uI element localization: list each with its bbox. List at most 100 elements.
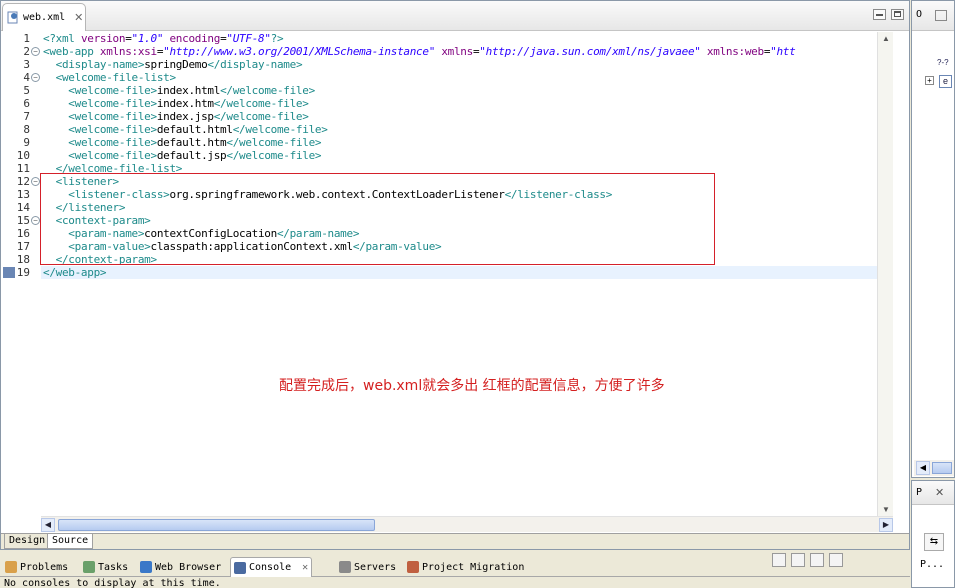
line-number-gutter: 1 2 3 4 5 6 7 8 9 10 11 12 13 14 15 16 17 18 19− − − − xyxy=(1,32,41,516)
code-token: <display-name> xyxy=(55,58,145,71)
scroll-down-icon[interactable]: ▼ xyxy=(879,503,893,517)
scroll-left-icon[interactable]: ◀ xyxy=(41,518,55,532)
maximize-button[interactable] xyxy=(891,9,904,20)
code-token: xmlns xyxy=(441,45,473,58)
line-number: 19 xyxy=(16,266,30,279)
close-icon[interactable]: ✕ xyxy=(935,486,944,499)
code-token: default.jsp xyxy=(156,149,227,162)
line-number: 13 xyxy=(16,188,30,201)
problems-icon xyxy=(5,561,17,573)
tab-label: Web Browser xyxy=(155,561,222,573)
scroll-left-icon[interactable]: ◀ xyxy=(916,461,930,475)
code-token: version xyxy=(80,32,126,45)
line-number: 14 xyxy=(16,201,30,214)
code-token: </display-name> xyxy=(207,58,303,71)
code-line[interactable]: <welcome-file>default.htm</welcome-file> xyxy=(43,136,321,149)
line-number: 18 xyxy=(16,253,30,266)
tab-properties[interactable]: P xyxy=(916,487,922,498)
line-number: 7 xyxy=(23,110,30,123)
line-number: 4 xyxy=(23,71,30,84)
outline-view: O ?-? + e ◀ xyxy=(911,0,955,478)
line-number: 1 xyxy=(23,32,30,45)
pin-console-icon[interactable] xyxy=(791,553,805,567)
line-number: 12 xyxy=(16,175,30,188)
code-token: "htt xyxy=(770,45,796,58)
tab-tasks[interactable]: Tasks xyxy=(80,557,131,577)
minimize-button[interactable] xyxy=(873,9,886,20)
fold-toggle-icon[interactable]: − xyxy=(31,177,40,186)
fold-toggle-icon[interactable]: − xyxy=(31,216,40,225)
code-token: springDemo xyxy=(144,58,208,71)
console-toolbar xyxy=(772,553,843,567)
outline-horizontal-scrollbar[interactable]: ◀ xyxy=(914,460,954,476)
code-token: "http://www.w3.org/2001/XMLSchema-instan… xyxy=(163,45,436,58)
tab-problems[interactable]: Problems xyxy=(2,557,71,577)
line-number: 9 xyxy=(23,136,30,149)
properties-tab-bar: P ✕ xyxy=(912,481,954,505)
code-token: default.htm xyxy=(156,136,227,149)
tab-project-migration[interactable]: Project Migration xyxy=(404,557,527,577)
code-token: <?xml xyxy=(43,32,81,45)
code-line[interactable]: <welcome-file>default.html</welcome-file… xyxy=(43,123,328,136)
horizontal-scroll-thumb[interactable] xyxy=(58,519,375,531)
servers-icon xyxy=(339,561,351,573)
vertical-scrollbar[interactable]: ▲ ▼ xyxy=(877,32,893,517)
line-number: 5 xyxy=(23,84,30,97)
editor-mode-tabs: Design Source xyxy=(1,533,909,549)
line-number: 15 xyxy=(16,214,30,227)
tab-console[interactable]: Console ✕ xyxy=(230,557,313,577)
clear-console-icon[interactable] xyxy=(772,553,786,567)
code-line[interactable]: <welcome-file-list> xyxy=(43,71,176,84)
code-line[interactable]: <welcome-file>index.jsp</welcome-file> xyxy=(43,110,309,123)
code-line[interactable]: <welcome-file>default.jsp</welcome-file> xyxy=(43,149,321,162)
tab-outline[interactable]: O xyxy=(916,9,922,20)
close-icon[interactable]: ✕ xyxy=(302,562,308,573)
expand-icon[interactable]: + xyxy=(925,76,934,85)
code-line[interactable]: <web-app xmlns:xsi="http://www.w3.org/20… xyxy=(43,45,796,58)
properties-view: P ✕ ⇆ P... xyxy=(911,480,955,588)
close-icon[interactable]: ✕ xyxy=(74,11,83,24)
tab-web-browser[interactable]: Web Browser xyxy=(137,557,224,577)
maximize-button[interactable] xyxy=(935,10,947,21)
line-number: 8 xyxy=(23,123,30,136)
editor-tab-web-xml[interactable]: web.xml ✕ xyxy=(2,3,86,31)
code-line[interactable]: <?xml version="1.0" encoding="UTF-8"?> xyxy=(43,32,284,45)
migration-icon xyxy=(407,561,419,573)
properties-label: P... xyxy=(920,559,945,570)
outline-toolbar-icon[interactable]: ?-? xyxy=(937,58,949,67)
code-line[interactable]: <welcome-file>index.html</welcome-file> xyxy=(43,84,315,97)
code-token: ?> xyxy=(270,32,284,45)
properties-toolbar-icon[interactable]: ⇆ xyxy=(924,533,944,551)
console-icon xyxy=(234,561,246,574)
globe-icon xyxy=(140,561,152,573)
scroll-right-icon[interactable]: ▶ xyxy=(879,518,893,532)
display-console-icon[interactable] xyxy=(810,553,824,567)
code-token: "http://java.sun.com/xml/ns/javaee" xyxy=(479,45,701,58)
open-console-icon[interactable] xyxy=(829,553,843,567)
fold-toggle-icon[interactable]: − xyxy=(31,73,40,82)
code-line[interactable]: </web-app> xyxy=(43,266,107,279)
horizontal-scrollbar[interactable]: ◀ ▶ xyxy=(41,516,893,532)
code-token: <welcome-file> xyxy=(68,123,157,136)
code-token: <welcome-file> xyxy=(68,110,157,123)
code-line[interactable]: <welcome-file>index.htm</welcome-file> xyxy=(43,97,309,110)
code-token: xmlns:xsi xyxy=(99,45,157,58)
tab-design[interactable]: Design xyxy=(4,534,51,549)
scroll-up-icon[interactable]: ▲ xyxy=(879,32,893,46)
fold-toggle-icon[interactable]: − xyxy=(31,47,40,56)
code-line[interactable]: <display-name>springDemo</display-name> xyxy=(43,58,303,71)
line-number: 2 xyxy=(23,45,30,58)
code-area[interactable]: 1 2 3 4 5 6 7 8 9 10 11 12 13 14 15 16 17 18 19− − − − <?xml … xyxy=(1,32,909,517)
tab-label: Project Migration xyxy=(422,561,525,573)
element-icon[interactable]: e xyxy=(939,75,952,88)
code-token: </web-app> xyxy=(43,266,107,279)
outline-scroll-thumb[interactable] xyxy=(932,462,952,474)
code-token: index.jsp xyxy=(156,110,214,123)
line-number: 3 xyxy=(23,58,30,71)
tab-servers[interactable]: Servers xyxy=(336,557,399,577)
tab-source[interactable]: Source xyxy=(47,534,94,549)
tab-label: Tasks xyxy=(98,561,129,573)
